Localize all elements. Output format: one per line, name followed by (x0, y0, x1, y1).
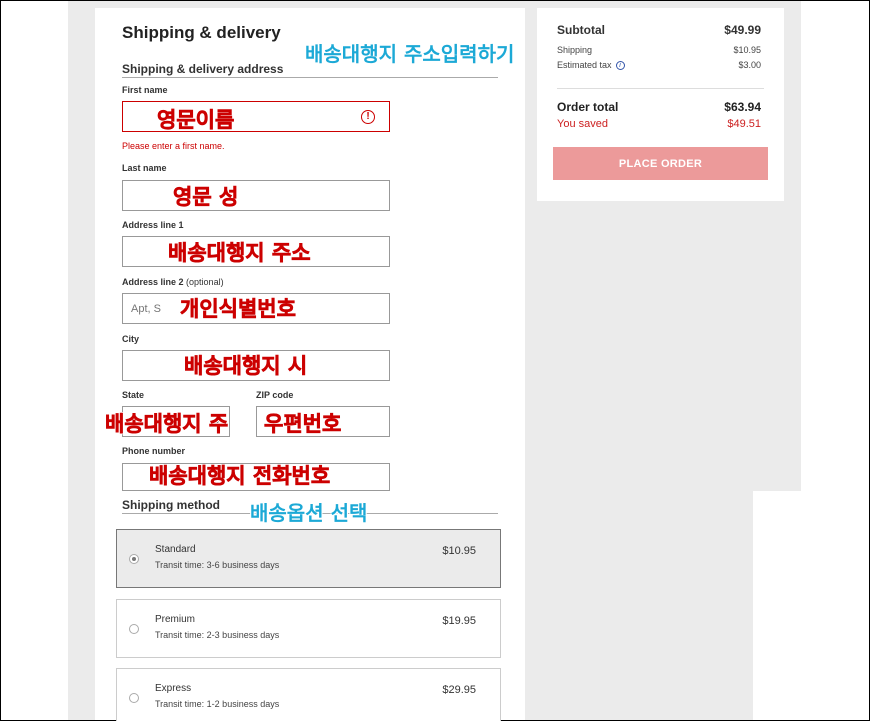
subtotal-label: Subtotal (557, 23, 605, 37)
tax-row: Estimated tax i $3.00 (557, 60, 761, 70)
option-transit: Transit time: 3-6 business days (155, 560, 280, 570)
annotation-phone: 배송대행지 전화번호 (149, 464, 331, 489)
annotation-address-input: 배송대행지 주소입력하기 (305, 42, 515, 66)
first-name-label: First name (122, 85, 168, 95)
annotation-first-name: 영문이름 (157, 108, 235, 133)
place-order-button[interactable]: PLACE ORDER (553, 147, 768, 180)
tax-label: Estimated tax (557, 60, 612, 70)
shipping-label: Shipping (557, 45, 593, 55)
order-total-label: Order total (557, 100, 619, 114)
summary-divider (557, 88, 764, 89)
radio-selected[interactable] (129, 554, 139, 564)
option-price: $10.95 (442, 545, 476, 557)
shipping-row: Shipping $10.95 (557, 45, 761, 55)
saved-value: $49.51 (727, 118, 761, 130)
order-total-value: $63.94 (724, 100, 761, 114)
last-name-label: Last name (122, 163, 167, 173)
annotation-last-name: 영문 성 (173, 185, 239, 210)
shipping-option-premium[interactable]: Premium Transit time: 2-3 business days … (116, 599, 501, 658)
info-icon[interactable]: i (615, 60, 625, 70)
subtotal-value: $49.99 (724, 23, 761, 37)
radio-unselected[interactable] (129, 693, 139, 703)
annotation-address2: 개인식별번호 (180, 297, 297, 322)
saved-row: You saved $49.51 (557, 118, 761, 130)
address2-optional: (optional) (186, 277, 224, 287)
order-summary-card: Subtotal $49.99 Shipping $10.95 Estimate… (537, 8, 784, 201)
address2-label-text: Address line 2 (122, 277, 184, 287)
last-name-field[interactable] (122, 180, 390, 211)
tax-label-group: Estimated tax i (557, 60, 625, 70)
saved-label: You saved (557, 118, 608, 130)
option-name: Express (155, 683, 192, 694)
option-transit: Transit time: 2-3 business days (155, 630, 280, 640)
option-price: $29.95 (442, 684, 476, 696)
annotation-state: 배송대행지 주 (105, 412, 229, 437)
subtotal-row: Subtotal $49.99 (557, 23, 761, 37)
last-name-input[interactable] (123, 181, 389, 210)
phone-label: Phone number (122, 446, 186, 456)
state-label: State (122, 390, 145, 400)
option-name: Premium (155, 614, 196, 625)
order-total-row: Order total $63.94 (557, 100, 761, 114)
address2-label: Address line 2 (optional) (122, 277, 224, 287)
shipping-option-express[interactable]: Express Transit time: 1-2 business days … (116, 668, 501, 721)
annotation-shipping-method: 배송옵션 선택 (250, 501, 368, 525)
zip-label: ZIP code (256, 390, 294, 400)
city-label: City (122, 334, 140, 344)
radio-unselected[interactable] (129, 624, 139, 634)
error-icon: ! (361, 110, 375, 124)
shipping-value: $10.95 (733, 45, 761, 55)
option-transit: Transit time: 1-2 business days (155, 699, 280, 709)
shipping-option-standard[interactable]: Standard Transit time: 3-6 business days… (116, 529, 501, 588)
annotation-city: 배송대행지 시 (184, 354, 308, 379)
tax-value: $3.00 (738, 60, 761, 70)
first-name-error: Please enter a first name. (122, 141, 225, 151)
option-name: Standard (155, 544, 196, 555)
page-title: Shipping & delivery (122, 23, 281, 42)
annotation-zip: 우편번호 (264, 412, 342, 437)
annotation-address1: 배송대행지 주소 (168, 241, 311, 266)
address1-label: Address line 1 (122, 220, 184, 230)
option-price: $19.95 (442, 615, 476, 627)
